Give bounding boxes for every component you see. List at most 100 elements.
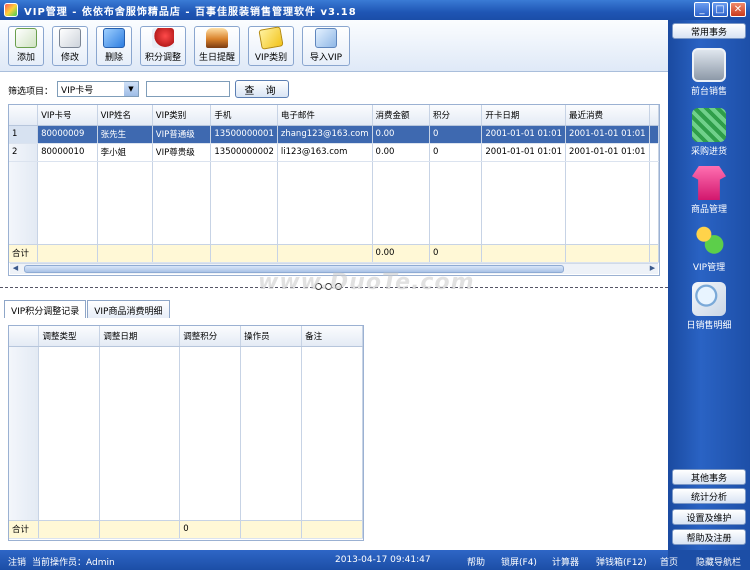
col-header[interactable]: 积分 (429, 105, 483, 126)
home-link[interactable]: 首页 (660, 555, 678, 568)
row-number[interactable]: 1 (9, 125, 39, 144)
empty-grid-area (9, 346, 363, 520)
cell-phone[interactable]: 13500000002 (210, 143, 278, 162)
edit-button-label: 修改 (60, 53, 79, 63)
cell-email[interactable]: li123@163.com (277, 143, 373, 162)
cell-open-date[interactable]: 2001-01-01 01:01 (481, 143, 566, 162)
cell-phone[interactable]: 13500000001 (210, 125, 278, 144)
nav-item-product-management[interactable]: 商品管理 (668, 166, 750, 215)
total-points: 0 (429, 243, 483, 263)
minimize-button[interactable]: _ (694, 2, 710, 17)
col-header[interactable]: 调整积分 (179, 326, 242, 347)
empty-grid-area (9, 161, 659, 244)
cell-open-date[interactable]: 2001-01-01 01:01 (481, 125, 566, 144)
logout-link[interactable]: 注销 (8, 555, 26, 568)
scroll-right-icon[interactable]: ▶ (647, 264, 658, 274)
total-label: 合计 (9, 519, 40, 539)
common-tasks-header[interactable]: 常用事务 (672, 23, 746, 39)
points-adjust-table: 调整类型 调整日期 调整积分 操作员 备注 合计 0 (9, 326, 363, 539)
navigation-panel: 常用事务 前台销售 采购进货 商品管理 VIP管理 日销售明细 其他事务 统计分… (668, 20, 750, 570)
cell-last-purchase[interactable]: 2001-01-01 01:01 (565, 125, 650, 144)
col-header[interactable]: 调整日期 (99, 326, 181, 347)
toolbar: 添加 修改 删除 积分调整 生日提醒 VIP类别 导入VIP (0, 20, 668, 72)
chevron-down-icon[interactable]: ▼ (124, 82, 138, 96)
cell-amount[interactable]: 0.00 (372, 143, 431, 162)
edit-button[interactable]: 修改 (52, 26, 88, 66)
settings-maintenance-button[interactable]: 设置及维护 (672, 509, 746, 525)
vip-grid: VIP卡号 VIP姓名 VIP类别 手机 电子邮件 消费金额 积分 开卡日期 最… (8, 104, 660, 276)
status-bar-right: 首页 隐藏导航栏 (660, 550, 750, 570)
import-vip-button[interactable]: 导入VIP (302, 26, 350, 66)
vip-category-label: VIP类别 (254, 53, 288, 63)
cell-points[interactable]: 0 (429, 143, 483, 162)
scroll-left-icon[interactable]: ◀ (10, 264, 21, 274)
close-button[interactable]: ✕ (730, 2, 746, 17)
hide-nav-link[interactable]: 隐藏导航栏 (696, 555, 741, 568)
laptop-icon (692, 48, 726, 82)
cell-card-no[interactable]: 80000009 (37, 125, 98, 144)
edit-document-icon (59, 28, 81, 48)
col-header[interactable]: VIP姓名 (97, 105, 153, 126)
nav-item-front-sales[interactable]: 前台销售 (668, 48, 750, 97)
col-header[interactable]: 消费金额 (372, 105, 431, 126)
nav-item-label: 日销售明细 (686, 321, 732, 331)
cell-overflow[interactable] (649, 125, 659, 144)
add-document-icon (15, 28, 37, 48)
nav-item-purchasing[interactable]: 采购进货 (668, 108, 750, 157)
query-button[interactable]: 查 询 (235, 80, 289, 98)
status-datetime: 2013-04-17 09:41:47 (335, 555, 431, 565)
birthday-reminder-label: 生日提醒 (198, 53, 235, 63)
adjust-header-row: 调整类型 调整日期 调整积分 操作员 备注 (9, 326, 363, 347)
filter-field-select[interactable]: VIP卡号 ▼ (57, 81, 139, 97)
col-header[interactable]: VIP类别 (152, 105, 212, 126)
stats-analysis-button[interactable]: 统计分析 (672, 488, 746, 504)
window-title: VIP管理 - 依依布舍服饰精品店 - 百事佳服装销售管理软件 v3.18 (24, 6, 357, 18)
cell-name[interactable]: 李小姐 (97, 143, 153, 162)
help-register-button[interactable]: 帮助及注册 (672, 529, 746, 545)
import-card-icon (315, 28, 337, 48)
help-link[interactable]: 帮助 (467, 555, 485, 568)
col-header[interactable]: 调整类型 (38, 326, 101, 347)
other-tasks-header[interactable]: 其他事务 (672, 469, 746, 485)
col-header-overflow[interactable] (649, 105, 659, 126)
vip-category-button[interactable]: VIP类别 (248, 26, 294, 66)
detail-tabs: VIP积分调整记录 VIP商品消费明细 (4, 300, 171, 318)
col-header[interactable]: 备注 (301, 326, 363, 347)
cell-amount[interactable]: 0.00 (372, 125, 431, 144)
status-bar: 注销 当前操作员：Admin 2013-04-17 09:41:47 帮助 锁屏… (0, 550, 668, 570)
cell-category[interactable]: VIP尊贵级 (152, 143, 212, 162)
col-header[interactable]: 手机 (210, 105, 278, 126)
nav-item-label: 前台销售 (690, 87, 727, 97)
cell-points[interactable]: 0 (429, 125, 483, 144)
cell-last-purchase[interactable]: 2001-01-01 01:01 (565, 143, 650, 162)
cell-card-no[interactable]: 80000010 (37, 143, 98, 162)
col-header[interactable]: VIP卡号 (37, 105, 98, 126)
maximize-button[interactable]: □ (712, 2, 728, 17)
table-row[interactable]: 1 80000009 张先生 VIP普通级 13500000001 zhang1… (9, 125, 659, 144)
table-row[interactable]: 2 80000010 李小姐 VIP尊贵级 13500000002 li123@… (9, 143, 659, 162)
points-adjust-button[interactable]: 积分调整 (140, 26, 186, 66)
add-button[interactable]: 添加 (8, 26, 44, 66)
col-header[interactable]: 操作员 (240, 326, 303, 347)
current-operator: 当前操作员：Admin (32, 558, 115, 568)
tab-purchase-details[interactable]: VIP商品消费明细 (87, 300, 170, 318)
cash-box-link[interactable]: 弹钱箱(F12) (596, 555, 647, 568)
cell-category[interactable]: VIP普通级 (152, 125, 212, 144)
total-row: 合计 0 (9, 519, 363, 539)
cell-name[interactable]: 张先生 (97, 125, 153, 144)
nav-item-daily-sales-detail[interactable]: 日销售明细 (668, 282, 750, 331)
row-number[interactable]: 2 (9, 143, 39, 162)
cell-email[interactable]: zhang123@163.com (277, 125, 373, 144)
nav-item-vip-management[interactable]: VIP管理 (668, 224, 750, 273)
tab-points-adjust-records[interactable]: VIP积分调整记录 (4, 300, 87, 318)
shirt-icon (692, 166, 726, 200)
col-header[interactable]: 最近消费 (565, 105, 650, 126)
delete-button[interactable]: 删除 (96, 26, 132, 66)
col-header[interactable]: 开卡日期 (481, 105, 566, 126)
col-header[interactable]: 电子邮件 (277, 105, 373, 126)
birthday-reminder-button[interactable]: 生日提醒 (194, 26, 240, 66)
search-input[interactable] (146, 81, 230, 97)
cell-overflow[interactable] (649, 143, 659, 162)
calculator-link[interactable]: 计算器 (552, 555, 579, 568)
lock-screen-link[interactable]: 锁屏(F4) (501, 555, 537, 568)
